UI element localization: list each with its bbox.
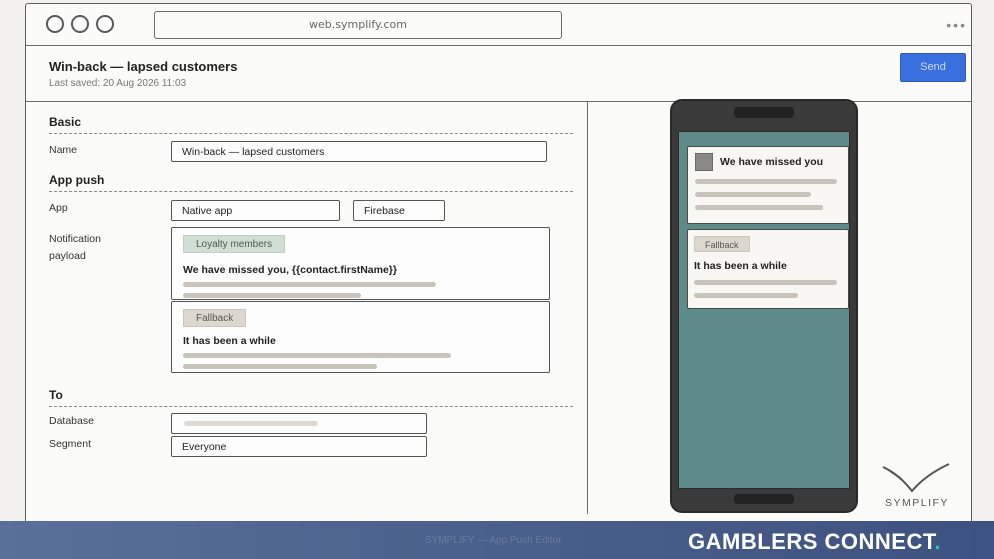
placeholder-line [695,205,823,210]
app-label: App [49,202,68,214]
placeholder-line [183,353,451,358]
window-maximize-icon[interactable] [96,15,114,33]
section-title-to: To [49,388,63,402]
brand-name: GAMBLERS CONNECT [688,529,935,554]
segment-select[interactable]: Everyone [171,436,427,457]
page-header: Win-back — lapsed customers Last saved: … [26,46,971,102]
phone-screen: We have missed you Fallback It has been … [678,131,850,489]
window-controls [46,15,114,33]
placeholder-line [183,293,361,298]
section-divider [49,406,573,407]
app-icon [695,153,713,171]
phone-preview: We have missed you Fallback It has been … [670,99,858,513]
placeholder-line [695,179,837,184]
window-close-icon[interactable] [46,15,64,33]
page-title: Win-back — lapsed customers [49,59,238,74]
symplify-logo-mark-icon [882,463,950,493]
preview-variant-tag: Fallback [694,236,750,252]
browser-menu-icon[interactable]: ••• [946,17,967,33]
placeholder-line [695,192,811,197]
preview-notification: We have missed you [687,146,849,224]
database-select[interactable] [171,413,427,434]
variant-heading: It has been a while [183,335,276,347]
placeholder-line [694,293,798,298]
brand-footer: SYMPLIFY — App Push Editor GAMBLERS CONN… [0,521,994,559]
payload-variant-card[interactable]: Fallback It has been a while [171,301,550,373]
last-saved-timestamp: Last saved: 20 Aug 2026 11:03 [49,78,187,89]
browser-window: web.symplify.com ••• Win-back — lapsed c… [25,3,972,524]
panel-divider [587,102,588,514]
browser-toolbar: web.symplify.com ••• [26,4,971,46]
section-divider [49,191,573,192]
payload-label-line2: payload [49,250,86,262]
placeholder-line [183,364,377,369]
name-label: Name [49,144,78,156]
database-label: Database [49,415,94,427]
address-bar[interactable]: web.symplify.com [154,11,562,39]
brand-dot: . [934,529,941,554]
placeholder-line [184,421,318,426]
placeholder-line [183,282,436,287]
variant-tag[interactable]: Fallback [183,309,247,327]
preview-notification-title: It has been a while [694,260,787,272]
window-minimize-icon[interactable] [71,15,89,33]
provider-select[interactable]: Firebase [353,200,445,221]
footer-caption: SYMPLIFY — App Push Editor [425,535,562,546]
variant-heading: We have missed you, {{contact.firstName}… [183,264,397,276]
app-select[interactable]: Native app [171,200,340,221]
payload-variant-card[interactable]: Loyalty members We have missed you, {{co… [171,227,550,300]
name-input[interactable]: Win-back — lapsed customers [171,141,547,162]
symplify-logo: SYMPLIFY [882,463,952,509]
logo-wordmark: SYMPLIFY [885,497,949,509]
placeholder-line [694,280,837,285]
segment-label: Segment [49,438,92,450]
send-button[interactable]: Send [900,53,966,82]
payload-label-line1: Notification [49,233,101,245]
preview-notification: Fallback It has been a while [687,229,849,309]
variant-tag[interactable]: Loyalty members [183,235,286,253]
phone-speaker [734,107,794,118]
section-title-app-push: App push [49,173,105,187]
phone-home-button [734,494,794,504]
section-title-basic: Basic [49,115,82,129]
brand-wordmark: GAMBLERS CONNECT. [688,529,941,555]
preview-notification-title: We have missed you [720,156,824,168]
section-divider [49,133,573,134]
